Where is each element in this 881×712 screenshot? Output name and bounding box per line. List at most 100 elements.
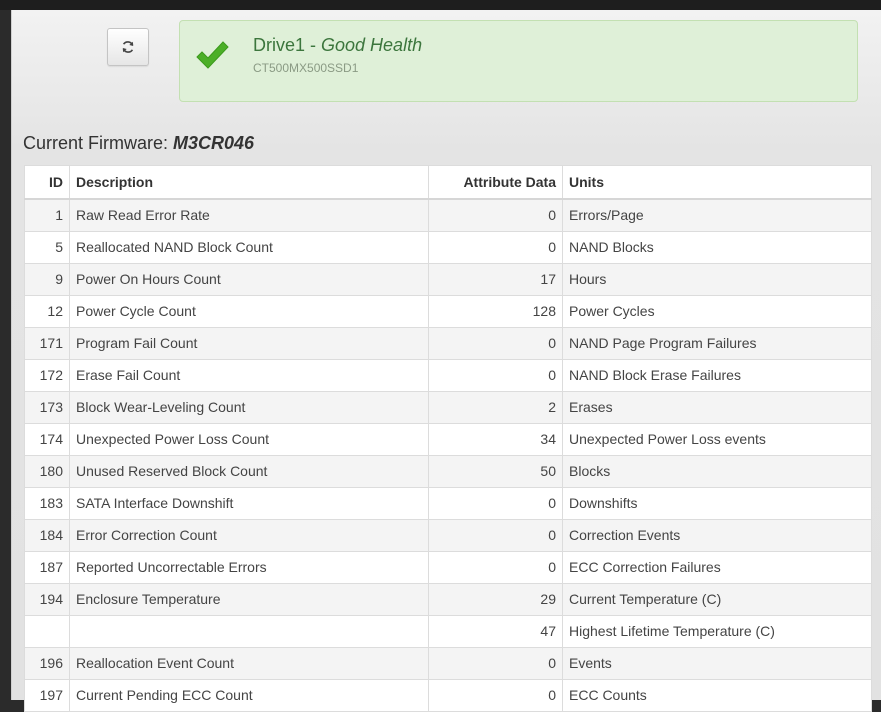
- cell-description: Reported Uncorrectable Errors: [69, 551, 429, 584]
- table-row: 184 Error Correction Count 0 Correction Eve…: [24, 519, 872, 552]
- cell-attribute-data: 50: [428, 455, 563, 488]
- drive-separator: -: [305, 35, 322, 55]
- cell-id: 180: [24, 455, 70, 488]
- cell-description: Erase Fail Count: [69, 359, 429, 392]
- cell-id: 183: [24, 487, 70, 520]
- drive-name: Drive1: [253, 35, 306, 55]
- cell-id: 9: [24, 263, 70, 296]
- cell-id: 5: [24, 231, 70, 264]
- drive-details-panel: Drive1 - Good Health CT500MX500SSD1 Curr…: [11, 10, 881, 712]
- table-row: 47 Highest Lifetime Temperature (C): [24, 615, 872, 648]
- cell-attribute-data: 0: [428, 231, 563, 264]
- smart-attributes-table-wrap: ID Description Attribute Data Units 1 Raw…: [24, 165, 872, 712]
- smart-attributes-table: ID Description Attribute Data Units 1 Raw…: [24, 165, 872, 712]
- table-row: 5 Reallocated NAND Block Count 0 NAND Block…: [24, 231, 872, 264]
- cell-attribute-data: 0: [428, 519, 563, 552]
- cell-id: 194: [24, 583, 70, 616]
- table-row: 196 Reallocation Event Count 0 Events: [24, 647, 872, 680]
- cell-units: Correction Events: [562, 519, 872, 552]
- cell-description: Reallocation Event Count: [69, 647, 429, 680]
- cell-units: ECC Correction Failures: [562, 551, 872, 584]
- refresh-icon: [122, 41, 134, 53]
- cell-attribute-data: 0: [428, 679, 563, 712]
- header-description: Description: [69, 165, 429, 200]
- firmware-label: Current Firmware:: [23, 133, 174, 153]
- table-row: 183 SATA Interface Downshift 0 Downshifts: [24, 487, 872, 520]
- cell-id: 196: [24, 647, 70, 680]
- cell-description: [69, 615, 429, 648]
- cell-units: Erases: [562, 391, 872, 424]
- cell-description: Program Fail Count: [69, 327, 429, 360]
- drive-health-alert: Drive1 - Good Health CT500MX500SSD1: [179, 20, 858, 102]
- cell-id: 172: [24, 359, 70, 392]
- header-units: Units: [562, 165, 872, 200]
- cell-attribute-data: 29: [428, 583, 563, 616]
- table-row: 9 Power On Hours Count 17 Hours: [24, 263, 872, 296]
- cell-attribute-data: 0: [428, 487, 563, 520]
- drive-model: CT500MX500SSD1: [253, 61, 359, 75]
- cell-description: Block Wear-Leveling Count: [69, 391, 429, 424]
- refresh-button[interactable]: [107, 28, 149, 66]
- table-row: 1 Raw Read Error Rate 0 Errors/Page: [24, 198, 872, 232]
- cell-description: Unused Reserved Block Count: [69, 455, 429, 488]
- cell-units: Unexpected Power Loss events: [562, 423, 872, 456]
- cell-id: 184: [24, 519, 70, 552]
- cell-attribute-data: 0: [428, 327, 563, 360]
- cell-attribute-data: 128: [428, 295, 563, 328]
- cell-description: Unexpected Power Loss Count: [69, 423, 429, 456]
- header-id: ID: [24, 165, 70, 200]
- firmware-version: M3CR046: [173, 133, 255, 153]
- table-row: 172 Erase Fail Count 0 NAND Block Erase Fai…: [24, 359, 872, 392]
- cell-id: 12: [24, 295, 70, 328]
- window-top-bar: [0, 0, 881, 10]
- current-firmware: Current Firmware: M3CR046: [23, 133, 254, 154]
- checkmark-icon: [196, 41, 229, 69]
- cell-attribute-data: 0: [428, 359, 563, 392]
- cell-units: Hours: [562, 263, 872, 296]
- cell-units: NAND Page Program Failures: [562, 327, 872, 360]
- cell-description: Raw Read Error Rate: [69, 198, 429, 232]
- cell-units: Current Temperature (C): [562, 583, 872, 616]
- cell-units: Errors/Page: [562, 198, 872, 232]
- cell-units: Highest Lifetime Temperature (C): [562, 615, 872, 648]
- cell-id: 171: [24, 327, 70, 360]
- cell-units: ECC Counts: [562, 679, 872, 712]
- cell-description: Current Pending ECC Count: [69, 679, 429, 712]
- cell-units: Power Cycles: [562, 295, 872, 328]
- cell-attribute-data: 47: [428, 615, 563, 648]
- cell-description: Power On Hours Count: [69, 263, 429, 296]
- cell-attribute-data: 2: [428, 391, 563, 424]
- table-row: 194 Enclosure Temperature 29 Current Temper…: [24, 583, 872, 616]
- cell-description: SATA Interface Downshift: [69, 487, 429, 520]
- table-row: 12 Power Cycle Count 128 Power Cycles: [24, 295, 872, 328]
- table-row: 173 Block Wear-Leveling Count 2 Erases: [24, 391, 872, 424]
- cell-units: NAND Block Erase Failures: [562, 359, 872, 392]
- cell-description: Reallocated NAND Block Count: [69, 231, 429, 264]
- table-row: 187 Reported Uncorrectable Errors 0 ECC Cor…: [24, 551, 872, 584]
- header-attribute-data: Attribute Data: [428, 165, 563, 200]
- cell-attribute-data: 0: [428, 198, 563, 232]
- cell-units: Events: [562, 647, 872, 680]
- table-row: 174 Unexpected Power Loss Count 34 Unexpect…: [24, 423, 872, 456]
- table-row: 171 Program Fail Count 0 NAND Page Program …: [24, 327, 872, 360]
- cell-units: Downshifts: [562, 487, 872, 520]
- cell-attribute-data: 0: [428, 551, 563, 584]
- cell-attribute-data: 0: [428, 647, 563, 680]
- cell-attribute-data: 17: [428, 263, 563, 296]
- cell-description: Error Correction Count: [69, 519, 429, 552]
- cell-units: Blocks: [562, 455, 872, 488]
- drive-status-line: Drive1 - Good Health: [253, 35, 422, 56]
- table-row: 180 Unused Reserved Block Count 50 Blocks: [24, 455, 872, 488]
- cell-id: 187: [24, 551, 70, 584]
- cell-units: NAND Blocks: [562, 231, 872, 264]
- cell-id: 1: [24, 198, 70, 232]
- table-row: 197 Current Pending ECC Count 0 ECC Counts: [24, 679, 872, 712]
- table-header-row: ID Description Attribute Data Units: [24, 165, 872, 200]
- health-status: Good Health: [321, 35, 423, 55]
- cell-id: 174: [24, 423, 70, 456]
- cell-description: Enclosure Temperature: [69, 583, 429, 616]
- cell-attribute-data: 34: [428, 423, 563, 456]
- cell-id: 173: [24, 391, 70, 424]
- cell-description: Power Cycle Count: [69, 295, 429, 328]
- cell-id: 197: [24, 679, 70, 712]
